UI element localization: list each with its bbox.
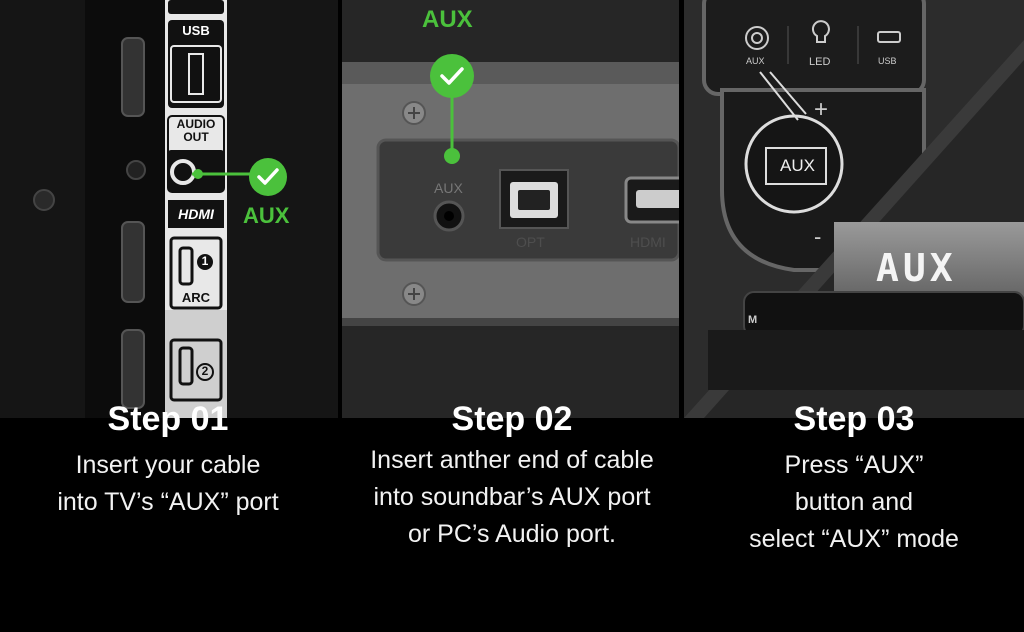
step3-line3: select “AUX” mode bbox=[749, 525, 959, 553]
step2-image-soundbar-ports: AUX AUX OPT HDMI bbox=[342, 0, 679, 418]
step3-line1: Press “AUX” bbox=[784, 451, 924, 479]
arc-label: ARC bbox=[181, 290, 211, 305]
step3-image-remote: AUX LED USB + - AUX AUX M bbox=[684, 0, 1024, 418]
hdmi-port-label: HDMI bbox=[630, 234, 666, 250]
step2-description: Insert anther end of cable into soundbar… bbox=[342, 442, 682, 553]
remote-m-label: M bbox=[748, 314, 758, 326]
step3-description: Press “AUX” button and select “AUX” mode bbox=[684, 447, 1024, 558]
remote-plus-label: + bbox=[814, 96, 829, 123]
opt-port-label: OPT bbox=[516, 234, 545, 250]
check-icon bbox=[249, 158, 287, 196]
step2-caption: Step 02 Insert anther end of cable into … bbox=[342, 398, 682, 553]
step1-image-tv-ports: USB AUDIO OUT HDMI 1 ARC 2 AUX bbox=[0, 0, 338, 418]
step1-line2: into TV’s “AUX” port bbox=[57, 488, 279, 516]
hdmi-logo-label: HDMI bbox=[178, 206, 214, 222]
remote-usb-label: USB bbox=[878, 56, 897, 66]
step3-title: Step 03 bbox=[793, 400, 915, 438]
aux-callout-label: AUX bbox=[422, 6, 473, 33]
step2-line2: into soundbar’s AUX port bbox=[373, 483, 651, 511]
check-icon bbox=[430, 54, 474, 98]
step1-caption: Step 01 Insert your cable into TV’s “AUX… bbox=[0, 398, 336, 521]
step2-title: Step 02 bbox=[451, 400, 573, 438]
remote-aux-label: AUX bbox=[746, 56, 765, 66]
audio-out-label-line2: OUT bbox=[183, 130, 209, 144]
step1-title: Step 01 bbox=[107, 400, 229, 438]
remote-aux-zoom-label: AUX bbox=[780, 156, 815, 175]
soundbar-back-illustration bbox=[342, 0, 679, 418]
step3-caption: Step 03 Press “AUX” button and select “A… bbox=[684, 398, 1024, 558]
soundbar-display-text: AUX bbox=[876, 246, 957, 290]
remote-minus-label: - bbox=[814, 224, 822, 249]
hdmi1-number: 1 bbox=[201, 254, 209, 268]
remote-illustration bbox=[684, 0, 1024, 418]
aux-callout-label: AUX bbox=[243, 203, 290, 228]
step1-description: Insert your cable into TV’s “AUX” port bbox=[0, 447, 336, 521]
step2-line1: Insert anther end of cable bbox=[370, 446, 654, 474]
usb-port-label: USB bbox=[182, 23, 210, 38]
step3-line2: button and bbox=[794, 488, 914, 516]
hdmi2-number: 2 bbox=[201, 364, 209, 378]
aux-port-label: AUX bbox=[434, 180, 463, 196]
remote-led-label: LED bbox=[809, 56, 831, 68]
step1-line1: Insert your cable bbox=[75, 451, 261, 479]
step2-line3: or PC’s Audio port. bbox=[408, 520, 616, 548]
